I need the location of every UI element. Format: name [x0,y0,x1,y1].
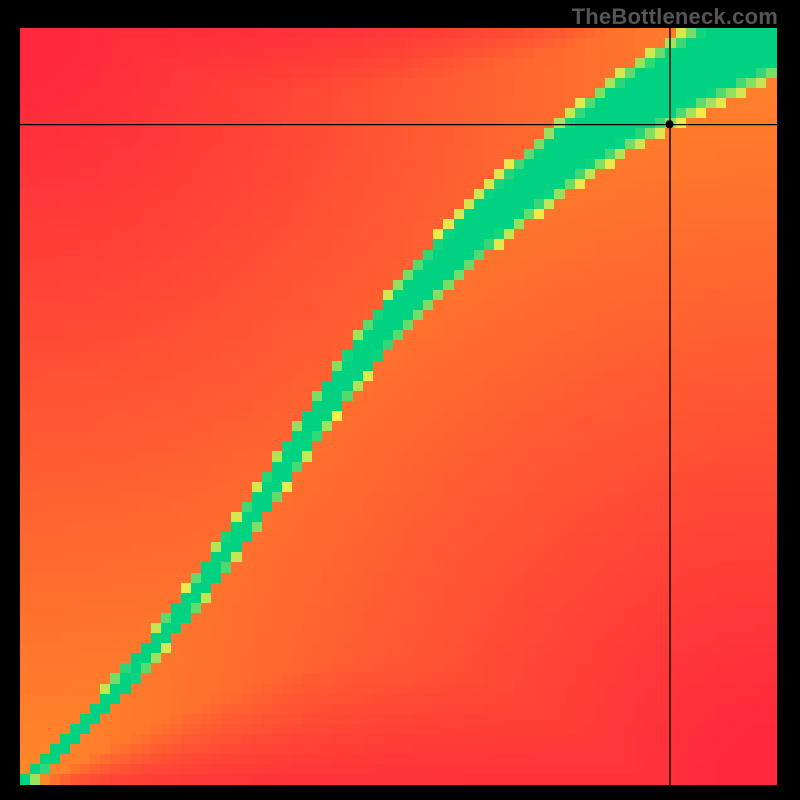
watermark-text: TheBottleneck.com [572,4,778,30]
chart-container: TheBottleneck.com [0,0,800,800]
heatmap-canvas [20,28,777,785]
